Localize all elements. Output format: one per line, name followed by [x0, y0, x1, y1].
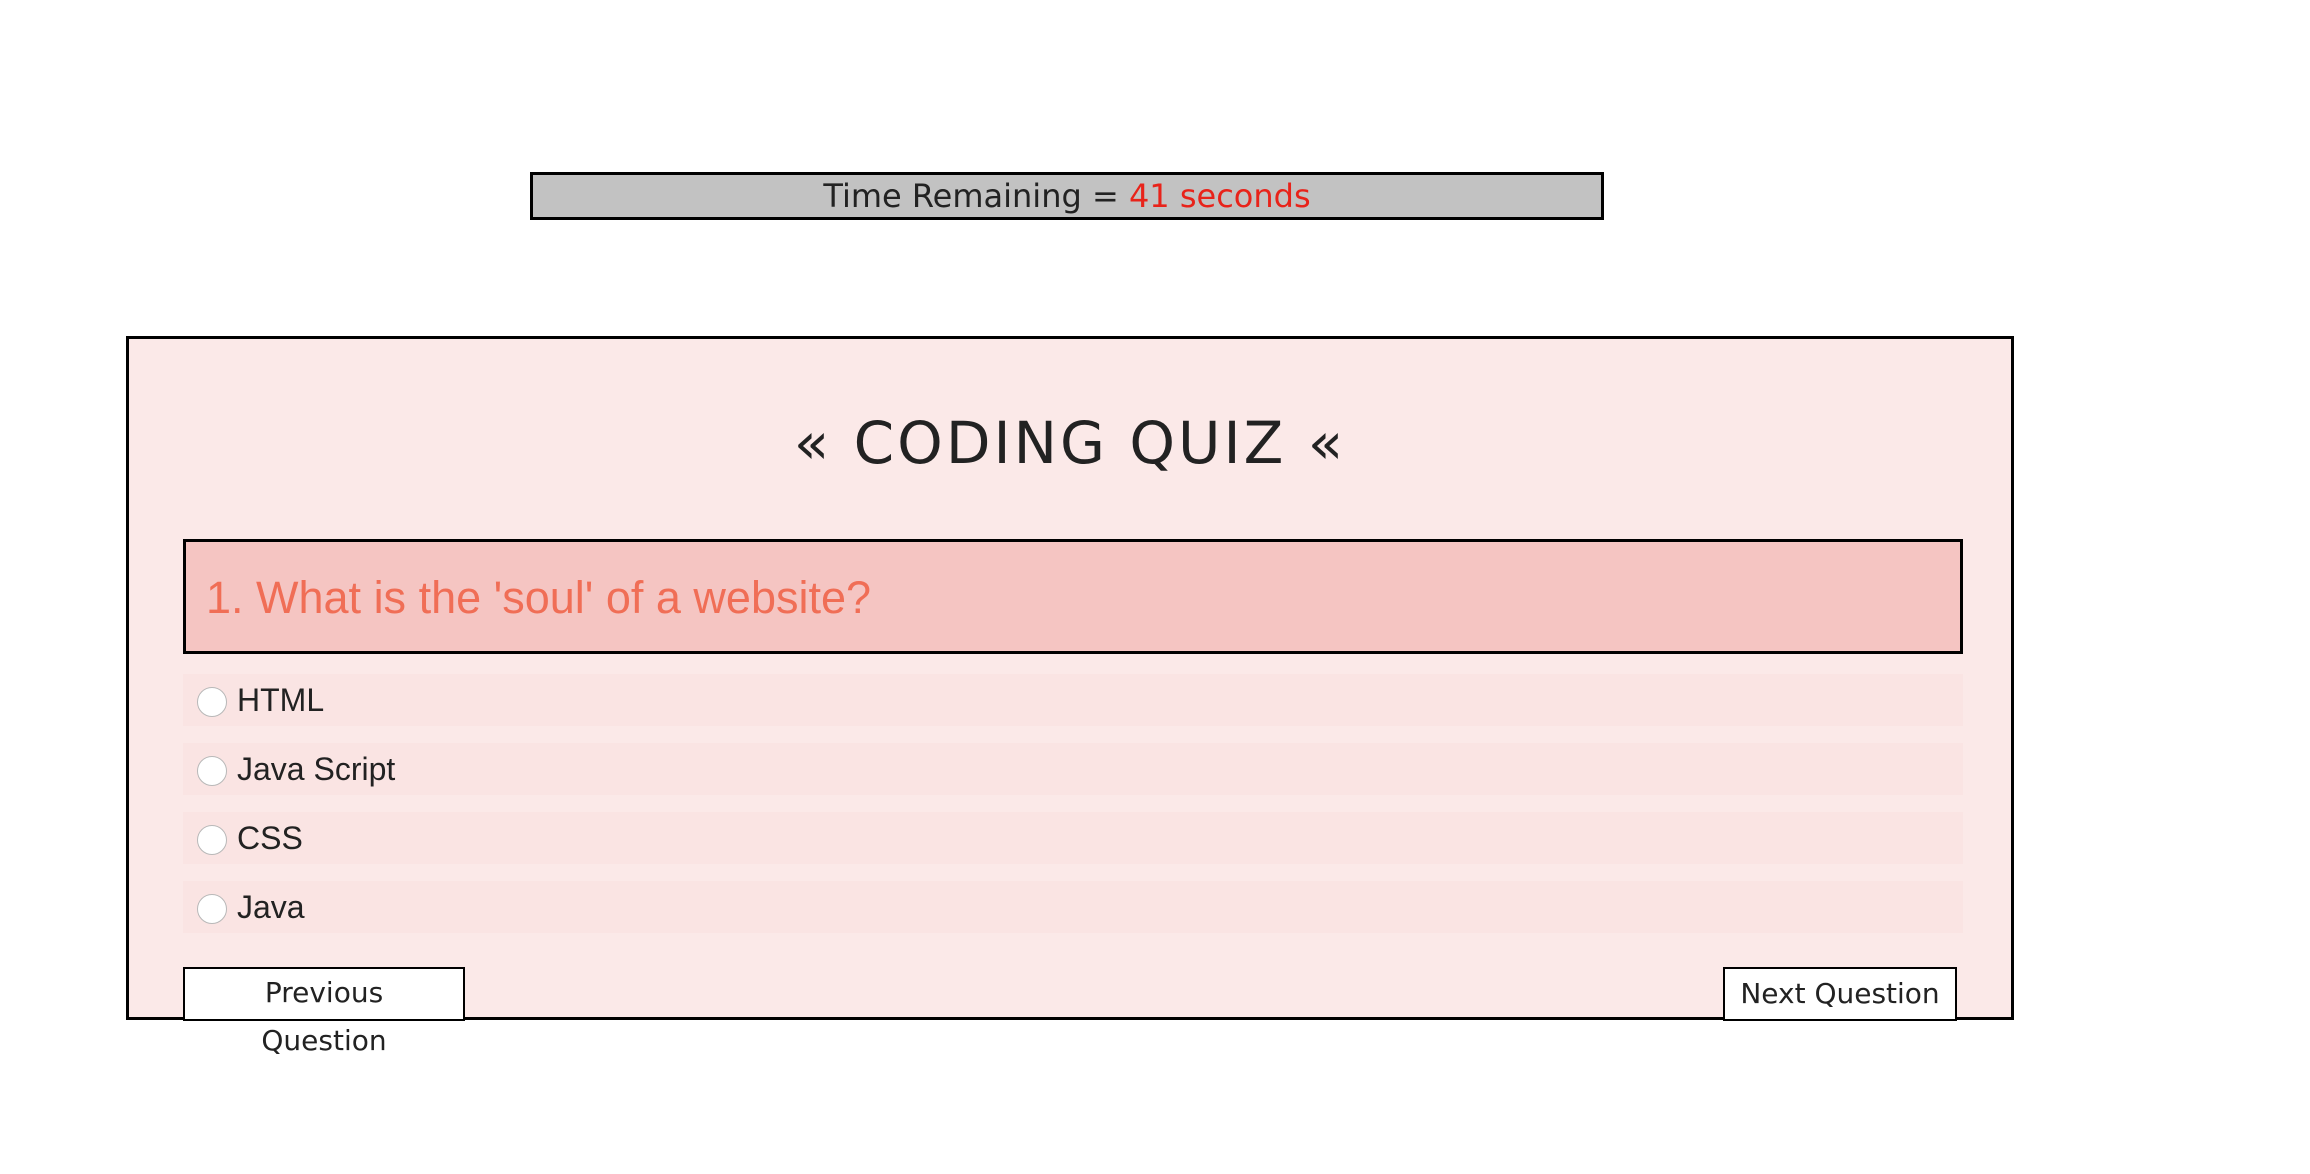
- radio-button[interactable]: [197, 825, 227, 855]
- question-text: 1. What is the 'soul' of a website?: [206, 572, 872, 623]
- answer-option[interactable]: CSS: [183, 812, 1963, 864]
- answer-option[interactable]: Java Script: [183, 743, 1963, 795]
- radio-button[interactable]: [197, 894, 227, 924]
- answer-options: HTML Java Script CSS Java: [183, 674, 1963, 950]
- quiz-panel: « CODING QUIZ « 1. What is the 'soul' of…: [126, 336, 2014, 1057]
- answer-option-label: CSS: [237, 819, 303, 856]
- next-question-button[interactable]: Next Question: [1723, 967, 1957, 1021]
- timer-bar: Time Remaining = 41 seconds: [530, 172, 1604, 220]
- answer-option[interactable]: HTML: [183, 674, 1963, 726]
- answer-option-label: HTML: [237, 681, 325, 718]
- question-box: 1. What is the 'soul' of a website?: [183, 539, 1963, 654]
- answer-option-label: Java: [237, 888, 305, 925]
- timer-label: Time Remaining =: [823, 177, 1129, 215]
- timer-value: 41 seconds: [1128, 177, 1311, 215]
- answer-option[interactable]: Java: [183, 881, 1963, 933]
- answer-option-label: Java Script: [237, 750, 396, 787]
- quiz-title: « CODING QUIZ «: [793, 409, 1347, 477]
- radio-button[interactable]: [197, 756, 227, 786]
- radio-button[interactable]: [197, 687, 227, 717]
- previous-question-button[interactable]: Previous Question: [183, 967, 465, 1057]
